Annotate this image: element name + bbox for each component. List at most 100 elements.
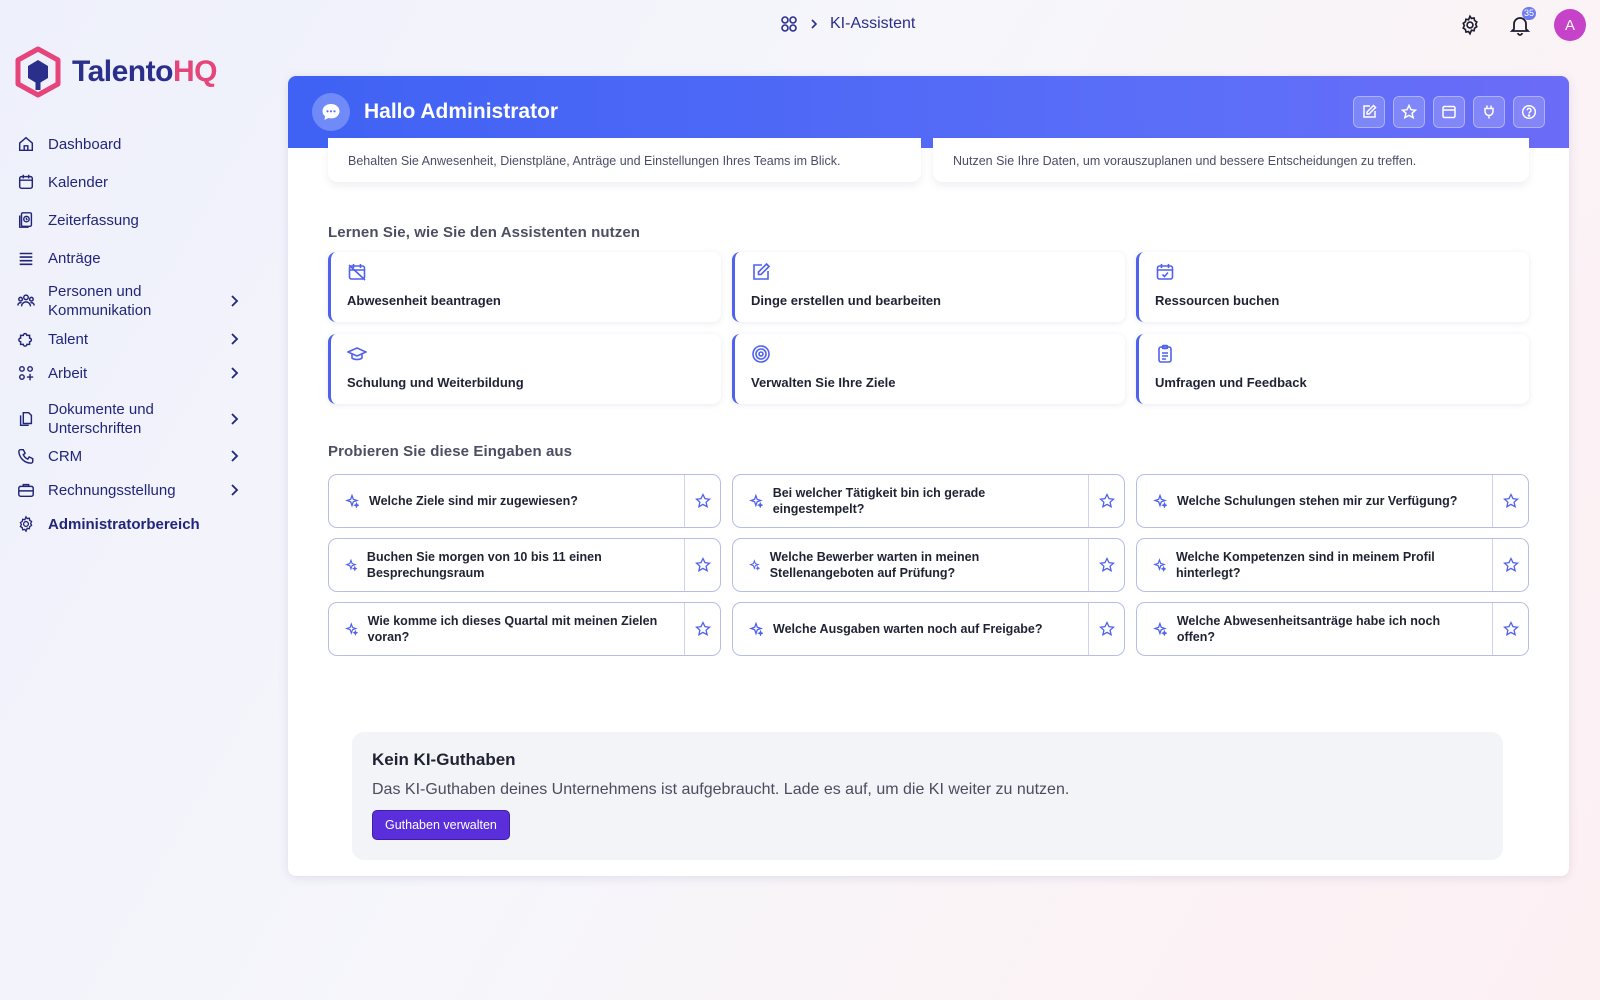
star-icon — [694, 621, 711, 636]
help-icon — [1521, 104, 1537, 120]
learn-card-erstellen[interactable]: Dinge erstellen und bearbeiten — [732, 252, 1125, 322]
prompt-suggestion[interactable]: Wie komme ich dieses Quartal mit meinen … — [328, 602, 721, 656]
plug-icon — [1484, 105, 1494, 119]
briefcase-icon — [16, 480, 36, 500]
prompt-suggestion[interactable]: Buchen Sie morgen von 10 bis 11 einen Be… — [328, 538, 721, 592]
sparkle-icon — [1153, 558, 1166, 572]
sidebar-item-label: Dashboard — [48, 135, 122, 153]
apps-grid-icon[interactable] — [780, 15, 798, 33]
calendar-off-icon — [348, 264, 366, 281]
settings-button[interactable] — [1454, 9, 1486, 41]
prompt-suggestion[interactable]: Welche Ausgaben warten noch auf Freigabe… — [732, 602, 1125, 656]
clipboard-list-icon — [1158, 344, 1172, 363]
prompt-suggestion[interactable]: Welche Ziele sind mir zugewiesen? — [328, 474, 721, 528]
calendar-check-icon — [1156, 264, 1174, 280]
sparkle-icon — [1153, 494, 1167, 508]
window-button[interactable] — [1433, 96, 1465, 128]
credit-notice: Kein KI-Guthaben Das KI-Guthaben deines … — [352, 732, 1503, 860]
learn-card-label: Dinge erstellen und bearbeiten — [751, 293, 941, 308]
chevron-right-icon — [231, 295, 239, 307]
favorite-prompt-button[interactable] — [1088, 539, 1124, 591]
chevron-right-icon — [808, 18, 820, 30]
favorite-prompt-button[interactable] — [684, 603, 720, 655]
sidebar-item-zeiterfassung[interactable]: Zeiterfassung — [16, 210, 242, 230]
prompt-text: Wie komme ich dieses Quartal mit meinen … — [367, 614, 658, 644]
star-icon — [694, 557, 711, 572]
star-icon — [1502, 621, 1519, 636]
sidebar-item-antraege[interactable]: Anträge — [16, 248, 242, 268]
favorite-prompt-button[interactable] — [684, 475, 720, 527]
integrations-button[interactable] — [1473, 96, 1505, 128]
favorite-prompt-button[interactable] — [1088, 475, 1124, 527]
learn-card-ziele[interactable]: Verwalten Sie Ihre Ziele — [732, 334, 1125, 404]
chevron-right-icon — [231, 367, 239, 379]
prompt-text: Welche Abwesenheitsanträge habe ich noch… — [1176, 614, 1441, 644]
sidebar-item-label: Personen und Kommunikation — [48, 283, 152, 319]
clock-file-icon — [16, 210, 36, 230]
sidebar-item-kalender[interactable]: Kalender — [16, 172, 242, 192]
star-icon — [1502, 557, 1519, 572]
prompt-suggestion[interactable]: Welche Abwesenheitsanträge habe ich noch… — [1136, 602, 1529, 656]
sidebar-item-arbeit[interactable]: Arbeit — [16, 363, 242, 383]
edit-icon — [753, 262, 771, 280]
prompt-suggestion[interactable]: Welche Bewerber warten in meinen Stellen… — [732, 538, 1125, 592]
sparkle-icon — [345, 622, 358, 636]
sidebar-item-label: Rechnungsstellung — [48, 481, 176, 499]
favorites-button[interactable] — [1393, 96, 1425, 128]
target-icon — [752, 345, 770, 363]
favorite-prompt-button[interactable] — [1492, 475, 1528, 527]
try-section-title: Probieren Sie diese Eingaben aus — [328, 443, 573, 460]
learn-card-umfragen[interactable]: Umfragen und Feedback — [1136, 334, 1529, 404]
logo[interactable]: TalentoHQ — [14, 46, 217, 98]
overview-card[interactable]: Behalten Sie Anwesenheit, Dienstpläne, A… — [328, 138, 921, 182]
logo-text-part2: HQ — [172, 55, 218, 88]
sparkle-icon — [1153, 622, 1167, 636]
prompt-suggestion[interactable]: Welche Schulungen stehen mir zur Verfügu… — [1136, 474, 1529, 528]
favorite-prompt-button[interactable] — [1088, 603, 1124, 655]
star-icon — [1502, 493, 1519, 508]
page-title: Hallo Administrator — [364, 100, 559, 123]
sidebar-item-crm[interactable]: CRM — [16, 446, 242, 466]
favorite-prompt-button[interactable] — [684, 539, 720, 591]
sidebar-item-personen[interactable]: Personen und Kommunikation — [16, 282, 242, 320]
overview-card[interactable]: Nutzen Sie Ihre Daten, um vorauszuplanen… — [933, 138, 1529, 182]
prompt-text: Welche Bewerber warten in meinen Stellen… — [769, 550, 980, 580]
sparkle-icon — [749, 494, 763, 508]
new-chat-button[interactable] — [1353, 96, 1385, 128]
prompt-suggestion[interactable]: Welche Kompetenzen sind in meinem Profil… — [1136, 538, 1529, 592]
star-icon — [1401, 104, 1417, 120]
learn-card-abwesenheit[interactable]: Abwesenheit beantragen — [328, 252, 721, 322]
documents-icon — [16, 409, 36, 429]
help-button[interactable] — [1513, 96, 1545, 128]
sidebar-item-dashboard[interactable]: Dashboard — [16, 134, 242, 154]
sidebar-item-rechnungsstellung[interactable]: Rechnungsstellung — [16, 480, 242, 500]
favorite-prompt-button[interactable] — [1492, 539, 1528, 591]
home-icon — [16, 134, 36, 154]
logo-text-part1: Talento — [72, 55, 173, 88]
logo-text: TalentoHQ — [72, 55, 217, 89]
apps-plus-icon — [16, 363, 36, 383]
manage-credit-button[interactable]: Guthaben verwalten — [372, 810, 510, 840]
gear-icon — [1462, 14, 1478, 36]
people-icon — [16, 291, 36, 311]
sidebar-item-label: Dokumente und Unterschriften — [48, 401, 154, 437]
star-icon — [694, 493, 711, 508]
assistant-panel: Hallo Administrator Behalten Sie Anwesen… — [288, 76, 1569, 876]
sidebar-item-label: CRM — [48, 447, 83, 465]
prompt-text: Welche Ausgaben warten noch auf Freigabe… — [773, 622, 1043, 636]
favorite-prompt-button[interactable] — [1492, 603, 1528, 655]
sidebar-item-administratorbereich[interactable]: Administratorbereich — [16, 514, 242, 534]
learn-card-label: Verwalten Sie Ihre Ziele — [751, 375, 896, 390]
star-icon — [1098, 493, 1115, 508]
sidebar-item-dokumente[interactable]: Dokumente und Unterschriften — [16, 400, 242, 438]
learn-card-schulung[interactable]: Schulung und Weiterbildung — [328, 334, 721, 404]
prompt-suggestion[interactable]: Bei welcher Tätigkeit bin ich gerade ein… — [732, 474, 1125, 528]
learn-card-ressourcen[interactable]: Ressourcen buchen — [1136, 252, 1529, 322]
sidebar-item-talent[interactable]: Talent — [16, 329, 242, 349]
notifications-button[interactable]: 35 — [1504, 7, 1536, 41]
sidebar-item-label: Zeiterfassung — [48, 211, 139, 229]
sidebar-item-label: Administratorbereich — [48, 515, 200, 533]
avatar[interactable]: A — [1554, 9, 1586, 41]
chevron-right-icon — [231, 450, 239, 462]
learn-card-label: Schulung und Weiterbildung — [347, 375, 524, 390]
